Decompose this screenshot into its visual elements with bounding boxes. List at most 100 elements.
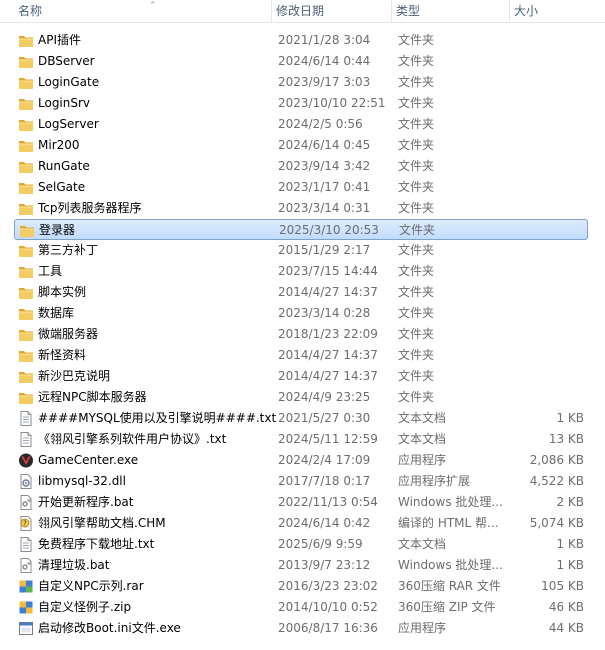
file-row[interactable]: 新沙巴克说明 2014/4/27 14:37 文件夹 — [14, 366, 588, 387]
file-name: 清理垃圾.bat — [38, 558, 110, 572]
file-size — [508, 72, 584, 93]
file-row[interactable]: ? 翎风引擎帮助文档.CHM 2024/6/14 0:42 编译的 HTML 帮...… — [14, 513, 588, 534]
file-type: 文件夹 — [398, 180, 435, 194]
file-row[interactable]: 微端服务器 2018/1/23 22:09 文件夹 — [14, 324, 588, 345]
folder-icon — [18, 159, 34, 174]
file-type: 文件夹 — [398, 306, 435, 320]
file-type: 文件夹 — [398, 75, 435, 89]
file-row[interactable]: LoginGate 2023/9/17 3:03 文件夹 — [14, 72, 588, 93]
file-row[interactable]: 数据库 2023/3/14 0:28 文件夹 — [14, 303, 588, 324]
file-date: 2024/6/14 0:42 — [278, 516, 371, 530]
file-type: 文件夹 — [398, 54, 435, 68]
file-size — [508, 387, 584, 408]
folder-icon — [18, 306, 34, 321]
batch-file-icon — [18, 495, 34, 510]
file-name: API插件 — [38, 33, 81, 47]
text-file-icon — [18, 432, 34, 447]
file-type: 编译的 HTML 帮... — [398, 516, 499, 530]
file-row[interactable]: 清理垃圾.bat 2013/9/7 23:12 Windows 批处理... 1 KB — [14, 555, 588, 576]
file-name: 新怪资料 — [38, 348, 87, 362]
file-row[interactable]: SelGate 2023/1/17 0:41 文件夹 — [14, 177, 588, 198]
file-row[interactable]: LogServer 2024/2/5 0:56 文件夹 — [14, 114, 588, 135]
file-size: 44 KB — [548, 621, 584, 635]
file-date: 2023/3/14 0:28 — [278, 306, 371, 320]
file-row[interactable]: 第三方补丁 2015/1/29 2:17 文件夹 — [14, 240, 588, 261]
file-size: 13 KB — [548, 432, 584, 446]
file-row[interactable]: 开始更新程序.bat 2022/11/13 0:54 Windows 批处理... 2… — [14, 492, 588, 513]
column-header-name[interactable]: 名称 ⌃ — [14, 0, 272, 22]
file-row[interactable]: 自定义NPC示列.rar 2016/3/23 23:02 360压缩 RAR 文件 1… — [14, 576, 588, 597]
file-size: 1 KB — [556, 537, 584, 551]
file-size — [508, 240, 584, 261]
column-header-name-label: 名称 — [18, 4, 43, 18]
file-row[interactable]: RunGate 2023/9/14 3:42 文件夹 — [14, 156, 588, 177]
text-file-icon — [18, 411, 34, 426]
file-name: 免费程序下载地址.txt — [38, 537, 155, 551]
file-type: 360压缩 RAR 文件 — [398, 579, 501, 593]
file-date: 2024/2/5 0:56 — [278, 117, 363, 131]
folder-icon — [18, 390, 34, 405]
file-type: 文件夹 — [398, 201, 435, 215]
svg-text:?: ? — [23, 520, 27, 528]
file-row[interactable]: 免费程序下载地址.txt 2025/6/9 9:59 文本文档 1 KB — [14, 534, 588, 555]
dll-file-icon — [18, 474, 34, 489]
file-date: 2022/11/13 0:54 — [278, 495, 378, 509]
column-header-size[interactable]: 大小 — [510, 0, 605, 22]
file-row[interactable]: 远程NPC脚本服务器 2024/4/9 23:25 文件夹 — [14, 387, 588, 408]
file-name: 新沙巴克说明 — [38, 369, 111, 383]
file-row[interactable]: Tcp列表服务器程序 2023/3/14 0:31 文件夹 — [14, 198, 588, 219]
file-row[interactable]: 自定义怪例子.zip 2014/10/10 0:52 360压缩 ZIP 文件 46 … — [14, 597, 588, 618]
file-type: 360压缩 ZIP 文件 — [398, 600, 496, 614]
file-type: 文件夹 — [398, 117, 435, 131]
file-row[interactable]: DBServer 2024/6/14 0:44 文件夹 — [14, 51, 588, 72]
file-size: 4,522 KB — [529, 474, 584, 488]
gamecenter-app-icon — [18, 453, 34, 468]
file-row[interactable]: libmysql-32.dll 2017/7/18 0:17 应用程序扩展 4,522… — [14, 471, 588, 492]
file-type: 文件夹 — [398, 96, 435, 110]
file-row[interactable]: 登录器 2025/3/10 20:53 文件夹 — [14, 219, 588, 240]
file-date: 2014/10/10 0:52 — [278, 600, 378, 614]
file-size — [508, 324, 584, 345]
file-type: 应用程序 — [398, 453, 447, 467]
file-date: 2014/4/27 14:37 — [278, 348, 378, 362]
folder-icon — [18, 33, 34, 48]
file-row[interactable]: 工具 2023/7/15 14:44 文件夹 — [14, 261, 588, 282]
file-row[interactable]: 启动修改Boot.ini文件.exe 2006/8/17 16:36 应用程序 44 … — [14, 618, 588, 639]
file-date: 2023/9/17 3:03 — [278, 75, 371, 89]
file-name: 自定义怪例子.zip — [38, 600, 132, 614]
folder-icon — [18, 327, 34, 342]
folder-icon — [18, 96, 34, 111]
file-type: 文件夹 — [398, 327, 435, 341]
file-size: 2 KB — [556, 495, 584, 509]
file-size — [508, 114, 584, 135]
file-size: 46 KB — [548, 600, 584, 614]
file-row[interactable]: 脚本实例 2014/4/27 14:37 文件夹 — [14, 282, 588, 303]
file-row[interactable]: 新怪资料 2014/4/27 14:37 文件夹 — [14, 345, 588, 366]
folder-icon — [18, 348, 34, 363]
file-type: 文件夹 — [398, 390, 435, 404]
column-header-type[interactable]: 类型 — [392, 0, 510, 22]
file-type: 文件夹 — [398, 159, 435, 173]
file-row[interactable]: GameCenter.exe 2024/2/4 17:09 应用程序 2,086 KB — [14, 450, 588, 471]
file-date: 2024/2/4 17:09 — [278, 453, 371, 467]
folder-icon — [18, 75, 34, 90]
file-size — [508, 30, 584, 51]
column-header-date-label: 修改日期 — [276, 4, 325, 18]
file-name: 微端服务器 — [38, 327, 99, 341]
folder-icon — [18, 180, 34, 195]
column-header-size-label: 大小 — [514, 4, 539, 18]
file-row[interactable]: API插件 2021/1/28 3:04 文件夹 — [14, 30, 588, 51]
file-size — [509, 220, 585, 241]
file-name: 第三方补丁 — [38, 243, 99, 257]
column-header-date[interactable]: 修改日期 — [272, 0, 392, 22]
file-size — [508, 282, 584, 303]
file-type: Windows 批处理... — [398, 558, 503, 572]
file-date: 2024/5/11 12:59 — [278, 432, 378, 446]
file-row[interactable]: Mir200 2024/6/14 0:45 文件夹 — [14, 135, 588, 156]
file-name: 登录器 — [39, 223, 76, 237]
file-size — [508, 366, 584, 387]
file-row[interactable]: ####MYSQL使用以及引擎说明####.txt 2021/5/27 0:30 文… — [14, 408, 588, 429]
file-row[interactable]: LoginSrv 2023/10/10 22:51 文件夹 — [14, 93, 588, 114]
file-row[interactable]: 《翎风引擎系列软件用户协议》.txt 2024/5/11 12:59 文本文档 13 … — [14, 429, 588, 450]
file-size — [508, 177, 584, 198]
